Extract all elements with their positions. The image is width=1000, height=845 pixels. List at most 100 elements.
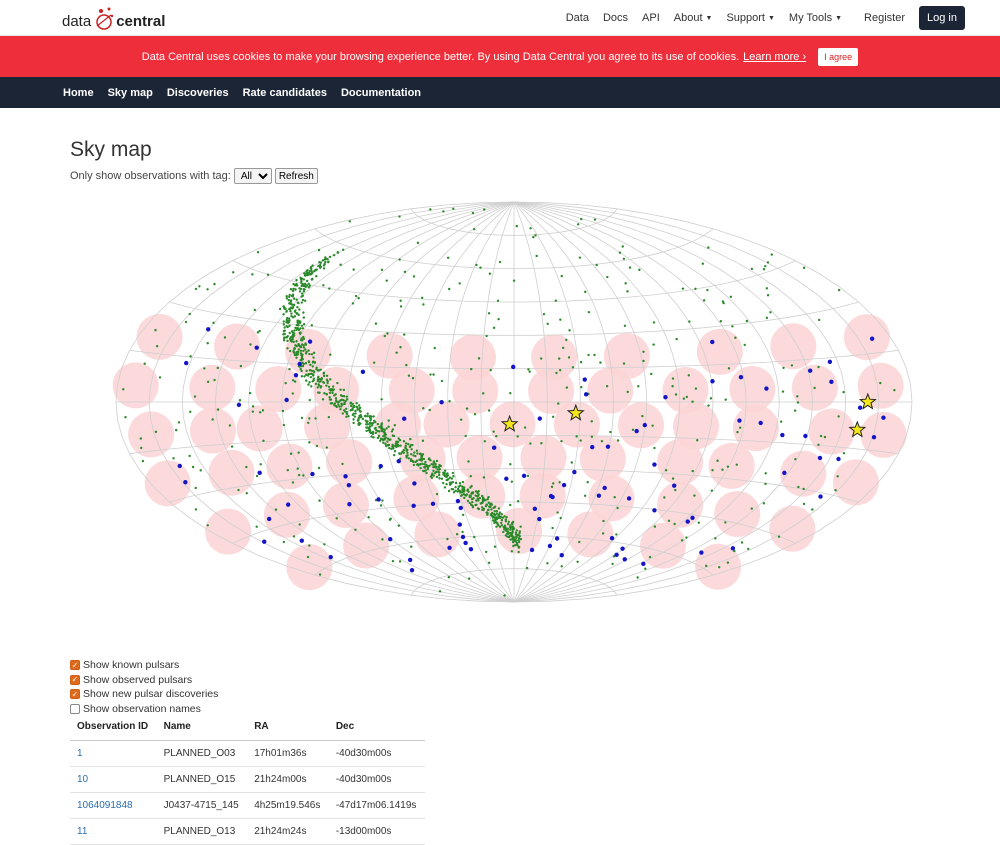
- table-row[interactable]: 1 PLANNED_O03 17h01m36s -40d30m00s: [70, 740, 425, 767]
- known-pulsar-dot: [369, 418, 372, 422]
- observation-id-link[interactable]: 10: [70, 766, 157, 793]
- known-pulsar-dot: [500, 518, 504, 522]
- table-row[interactable]: 11 PLANNED_O13 21h24m24s -13d00m00s: [70, 818, 425, 845]
- pointing-beam: [414, 511, 461, 558]
- known-pulsar-dot: [578, 540, 581, 544]
- known-pulsar-dot: [626, 390, 629, 394]
- known-pulsar-dot: [697, 521, 701, 524]
- logo-text-data: data: [62, 13, 92, 30]
- known-pulsar-dot: [299, 367, 302, 371]
- observation-id-link[interactable]: 11: [70, 818, 157, 845]
- known-pulsar-dot: [490, 503, 494, 506]
- table-row[interactable]: 10 PLANNED_O15 21h24m00s -40d30m00s: [70, 766, 425, 793]
- option-known-pulsars[interactable]: ✓ Show known pulsars: [70, 658, 218, 673]
- known-pulsar-dot: [368, 422, 372, 425]
- nav-my-tools[interactable]: My Tools ▼: [789, 12, 842, 24]
- known-pulsar-dot: [399, 346, 402, 349]
- sky-map[interactable]: [0, 190, 1000, 615]
- known-pulsar-dot: [290, 314, 293, 318]
- known-pulsar-dot: [415, 459, 419, 462]
- known-pulsar-dot: [764, 482, 767, 486]
- known-pulsar-dot: [834, 489, 837, 492]
- known-pulsar-dot: [466, 489, 469, 492]
- datacentral-logo[interactable]: data central: [62, 4, 165, 32]
- known-pulsar-dot: [298, 290, 302, 293]
- checkbox-observation-names[interactable]: [70, 703, 80, 714]
- known-pulsar-dot: [458, 282, 461, 285]
- tag-select[interactable]: All: [233, 168, 272, 184]
- known-pulsar-dot: [203, 367, 206, 370]
- checkbox-new-discoveries[interactable]: ✓: [70, 689, 80, 700]
- known-pulsar-dot: [694, 387, 698, 390]
- known-pulsar-dot: [296, 322, 300, 326]
- login-button[interactable]: Log in: [919, 6, 965, 30]
- checkbox-known-pulsars[interactable]: ✓: [70, 660, 80, 671]
- option-observation-names[interactable]: Show observation names: [70, 702, 218, 717]
- known-pulsar-dot: [383, 437, 387, 440]
- known-pulsar-dot: [312, 379, 315, 382]
- mainnav-rate-candidates[interactable]: Rate candidates: [243, 87, 327, 99]
- known-pulsar-dot: [357, 296, 360, 300]
- known-pulsar-dot: [386, 437, 390, 440]
- known-pulsar-dot: [487, 561, 491, 565]
- col-ra[interactable]: RA: [247, 716, 329, 741]
- known-pulsar-dot: [842, 390, 845, 394]
- known-pulsar-dot: [308, 284, 312, 287]
- col-dec[interactable]: Dec: [328, 716, 425, 741]
- agree-button[interactable]: I agree: [818, 47, 859, 66]
- observation-id-link[interactable]: 1064091848: [70, 792, 157, 819]
- known-pulsar-dot: [493, 509, 496, 513]
- known-pulsar-dot: [431, 463, 435, 466]
- observation-id-link[interactable]: 1: [70, 740, 157, 767]
- known-pulsar-dot: [312, 370, 316, 374]
- observed-pulsar-dot: [634, 428, 639, 434]
- known-pulsar-dot: [487, 495, 490, 499]
- mainnav-home[interactable]: Home: [63, 87, 94, 99]
- known-pulsar-dot: [570, 461, 573, 464]
- known-pulsar-dot: [324, 260, 327, 264]
- checkbox-observed-pulsars[interactable]: ✓: [70, 674, 80, 685]
- known-pulsar-dot: [298, 331, 302, 335]
- known-pulsar-dot: [317, 383, 320, 386]
- known-pulsar-dot: [724, 398, 727, 401]
- known-pulsar-dot: [540, 441, 543, 445]
- known-pulsar-dot: [726, 561, 730, 564]
- option-new-discoveries[interactable]: ✓ Show new pulsar discoveries: [70, 687, 218, 702]
- known-pulsar-dot: [413, 451, 416, 454]
- nav-support[interactable]: Support ▼: [726, 12, 774, 24]
- register-link[interactable]: Register: [864, 12, 905, 24]
- known-pulsar-dot: [356, 419, 360, 422]
- known-pulsar-dot: [486, 513, 489, 516]
- col-observation-id[interactable]: Observation ID: [70, 716, 157, 741]
- known-pulsar-dot: [308, 368, 312, 372]
- observed-pulsar-dot: [537, 516, 542, 522]
- mainnav-sky-map[interactable]: Sky map: [108, 87, 153, 99]
- known-pulsar-dot: [213, 282, 216, 286]
- nav-about[interactable]: About ▼: [674, 12, 713, 24]
- known-pulsar-dot: [328, 255, 332, 259]
- known-pulsar-dot: [392, 434, 396, 438]
- known-pulsar-dot: [351, 413, 355, 417]
- known-pulsar-dot: [194, 287, 198, 291]
- known-pulsar-dot: [394, 444, 397, 447]
- nav-api[interactable]: API: [642, 12, 660, 24]
- observed-pulsar-dot: [857, 405, 863, 410]
- known-pulsar-dot: [402, 440, 406, 443]
- refresh-button[interactable]: Refresh: [274, 168, 318, 184]
- col-name[interactable]: Name: [156, 716, 248, 741]
- nav-data[interactable]: Data: [566, 12, 589, 24]
- known-pulsar-dot: [455, 533, 459, 536]
- learn-more-link[interactable]: Learn more ›: [743, 51, 806, 63]
- option-observed-pulsars[interactable]: ✓ Show observed pulsars: [70, 673, 218, 688]
- table-row[interactable]: 1064091848 J0437-4715_145 4h25m19.546s -…: [70, 792, 425, 819]
- known-pulsar-dot: [386, 440, 389, 443]
- known-pulsar-dot: [481, 494, 484, 498]
- mainnav-documentation[interactable]: Documentation: [341, 87, 421, 99]
- known-pulsar-dot: [650, 372, 653, 376]
- known-pulsar-dot: [300, 301, 303, 304]
- known-pulsar-dot: [331, 391, 334, 395]
- known-pulsar-dot: [365, 426, 368, 429]
- mainnav-discoveries[interactable]: Discoveries: [167, 87, 229, 99]
- known-pulsar-dot: [704, 564, 708, 568]
- nav-docs[interactable]: Docs: [603, 12, 628, 24]
